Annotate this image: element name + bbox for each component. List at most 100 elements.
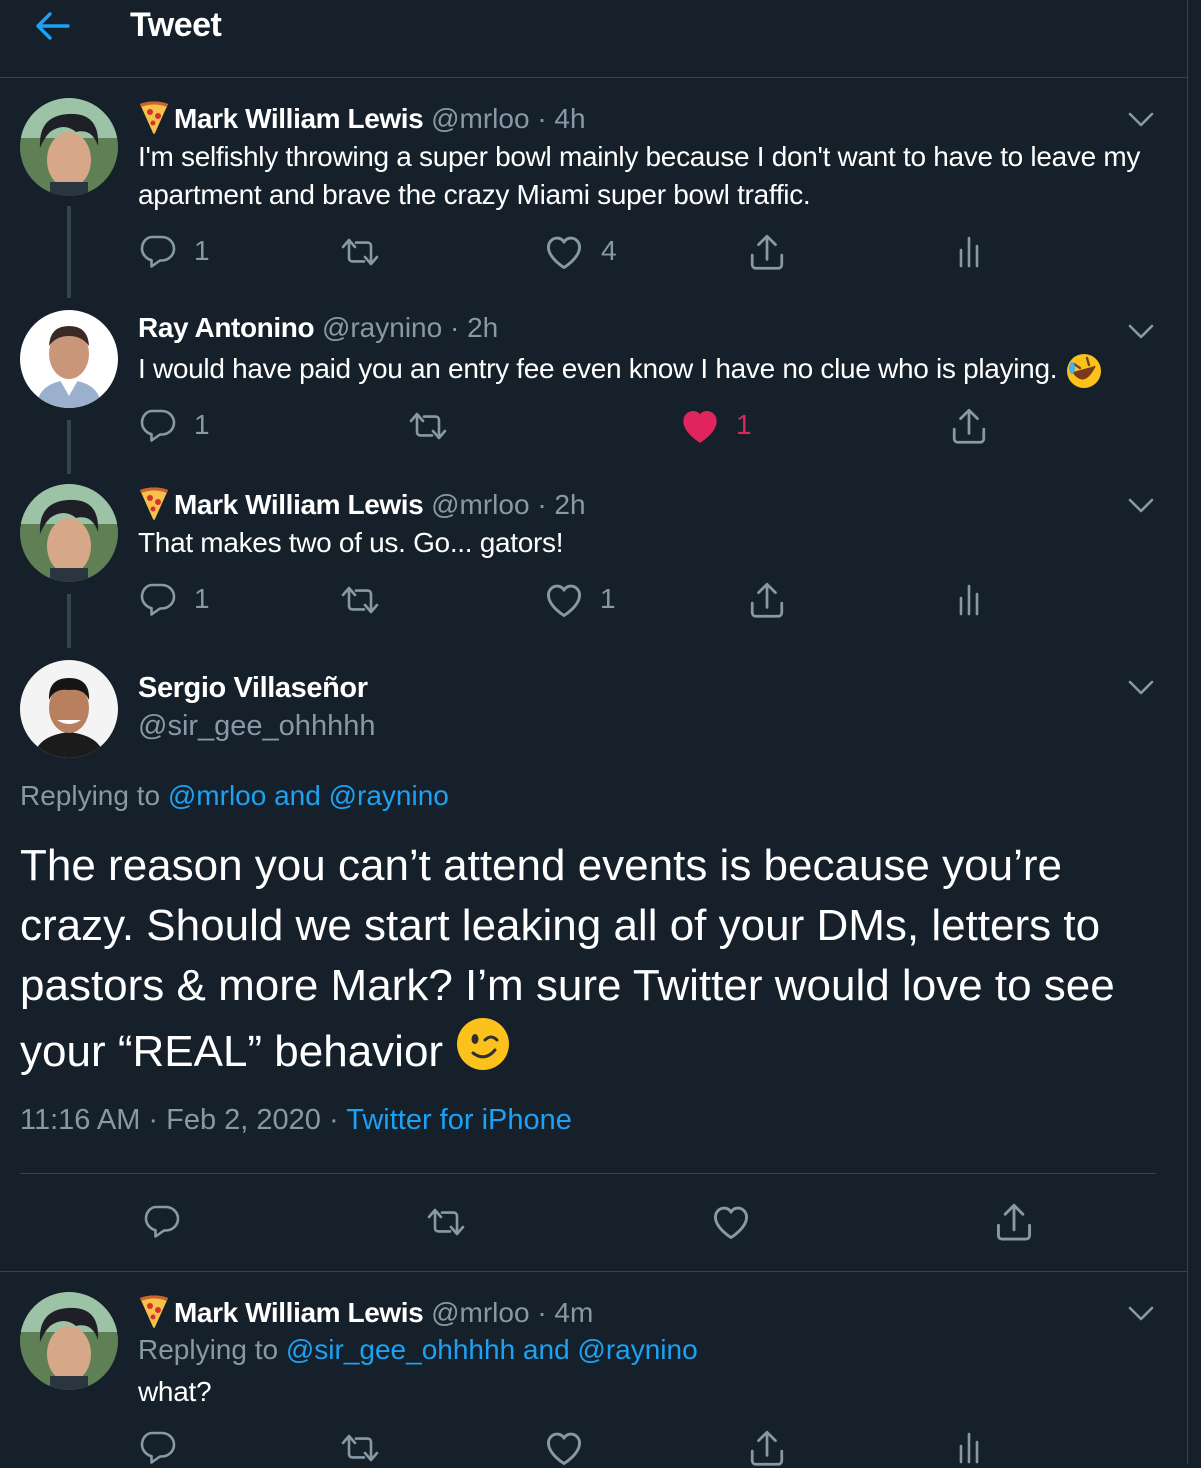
reply-count: 1 [194,409,210,440]
share-button[interactable] [748,1428,788,1468]
like-button[interactable]: 1 [680,406,770,446]
tweet-column: Tweet Mark William Lewis @mrloo · 4h I'm… [0,0,1188,1466]
like-count: 4 [601,235,617,266]
thread-tweet-2[interactable]: Ray Antonino @raynino · 2h I would have … [0,290,1187,474]
pizza-emoji-icon [140,101,168,134]
reply-icon [144,1205,180,1238]
like-button[interactable]: 1 [544,580,634,620]
reply-tweet[interactable]: Mark William Lewis @mrloo · 4m Replying … [0,1272,1187,1466]
rolling-on-floor-laughing-emoji-icon [1066,353,1101,388]
like-button[interactable] [710,1202,752,1242]
reply-icon [140,409,176,442]
share-button[interactable] [748,580,788,620]
tweet-text: I'm selfishly throwing a super bowl main… [138,141,1141,210]
avatar[interactable] [20,484,118,582]
reply-icon [140,583,176,616]
avatar[interactable] [20,1292,118,1390]
share-button[interactable] [748,232,788,272]
retweet-icon [427,1208,465,1236]
author-handle[interactable]: @raynino [322,312,442,343]
author-handle[interactable]: @mrloo [431,103,529,134]
reply-button[interactable]: 1 [138,232,218,272]
chevron-down-icon[interactable] [1126,320,1156,342]
analytics-button[interactable] [952,1428,988,1468]
thread-tweet-1[interactable]: Mark William Lewis @mrloo · 4h I'm selfi… [0,78,1187,298]
retweet-button[interactable] [340,1428,384,1468]
avatar[interactable] [20,660,118,758]
tweet-text: That makes two of us. Go... gators! [138,527,564,558]
author-name[interactable]: Mark William Lewis [174,489,424,520]
chevron-down-icon[interactable] [1126,1302,1156,1324]
heart-icon [547,236,581,269]
thread-line [67,594,71,648]
reply-button[interactable]: 1 [138,580,218,620]
author-name[interactable]: Mark William Lewis [174,103,424,134]
chevron-down-icon[interactable] [1126,676,1156,698]
thread-tweet-3[interactable]: Mark William Lewis @mrloo · 2h That make… [0,464,1187,648]
analytics-icon [959,584,979,616]
timestamp[interactable]: 4h [554,103,585,134]
share-icon [750,582,784,618]
author-name[interactable]: Ray Antonino [138,312,315,343]
divider [20,1173,1156,1174]
reply-button[interactable] [138,1428,178,1468]
author-handle[interactable]: @sir_gee_ohhhhh [138,710,375,743]
tweet-header: Ray Antonino @raynino · 2h [138,312,499,343]
heart-icon [547,1432,581,1465]
replying-to: Replying to @sir_gee_ohhhhh and @raynino [138,1334,698,1365]
author-name[interactable]: Mark William Lewis [174,1297,424,1328]
share-button[interactable] [994,1202,1034,1242]
tweet-text: I would have paid you an entry fee even … [138,350,1158,390]
author-handle[interactable]: @mrloo [431,489,529,520]
share-icon [750,1430,784,1466]
arrow-left-icon[interactable] [32,8,72,44]
reply-icon [140,1431,176,1464]
thread-line [67,206,71,298]
timestamp[interactable]: 2h [467,312,498,343]
retweet-icon [409,412,447,440]
like-count: 1 [736,409,752,440]
chevron-down-icon[interactable] [1126,494,1156,516]
pizza-emoji-icon [140,1295,168,1328]
retweet-button[interactable] [408,406,452,446]
share-icon [750,234,784,270]
avatar[interactable] [20,98,118,196]
analytics-icon [959,1432,979,1464]
reply-count: 1 [194,235,210,266]
page-title: Tweet [130,6,222,44]
analytics-button[interactable] [952,232,988,272]
author-handle[interactable]: @mrloo [431,1297,529,1328]
reply-icon [140,235,176,268]
tweet-text: what? [138,1376,212,1407]
share-button[interactable] [950,406,990,446]
tweet-header: Mark William Lewis @mrloo · 4m [138,1294,593,1329]
analytics-icon [959,236,979,268]
heart-icon [547,584,581,617]
like-button[interactable] [544,1428,584,1468]
analytics-button[interactable] [952,580,988,620]
tweet-timestamp[interactable]: 11:16 AM · Feb 2, 2020 [20,1104,321,1136]
retweet-button[interactable] [340,580,384,620]
like-button[interactable]: 4 [544,232,634,272]
replying-to: Replying to @mrloo and @raynino [20,780,449,811]
retweet-icon [341,1434,379,1462]
pizza-emoji-icon [140,487,168,520]
tweet-meta: 11:16 AM · Feb 2, 2020 · Twitter for iPh… [20,1104,572,1136]
retweet-button[interactable] [340,232,384,272]
timestamp[interactable]: 4m [554,1297,593,1328]
timestamp[interactable]: 2h [554,489,585,520]
author-name[interactable]: Sergio Villaseñor [138,672,368,705]
tweet-source[interactable]: Twitter for iPhone [346,1104,572,1136]
reply-count: 1 [194,583,210,614]
avatar[interactable] [20,310,118,408]
reply-button[interactable] [142,1202,182,1242]
retweet-button[interactable] [424,1202,468,1242]
replying-to-link[interactable]: @mrloo and @raynino [168,780,449,811]
main-tweet-text: The reason you can’t attend events is be… [20,841,1115,1076]
chevron-down-icon[interactable] [1126,108,1156,130]
reply-button[interactable]: 1 [138,406,218,446]
page-header: Tweet [0,0,1187,78]
like-count: 1 [600,583,616,614]
replying-to-link[interactable]: @sir_gee_ohhhhh and @raynino [286,1334,698,1365]
heart-icon [683,411,717,443]
